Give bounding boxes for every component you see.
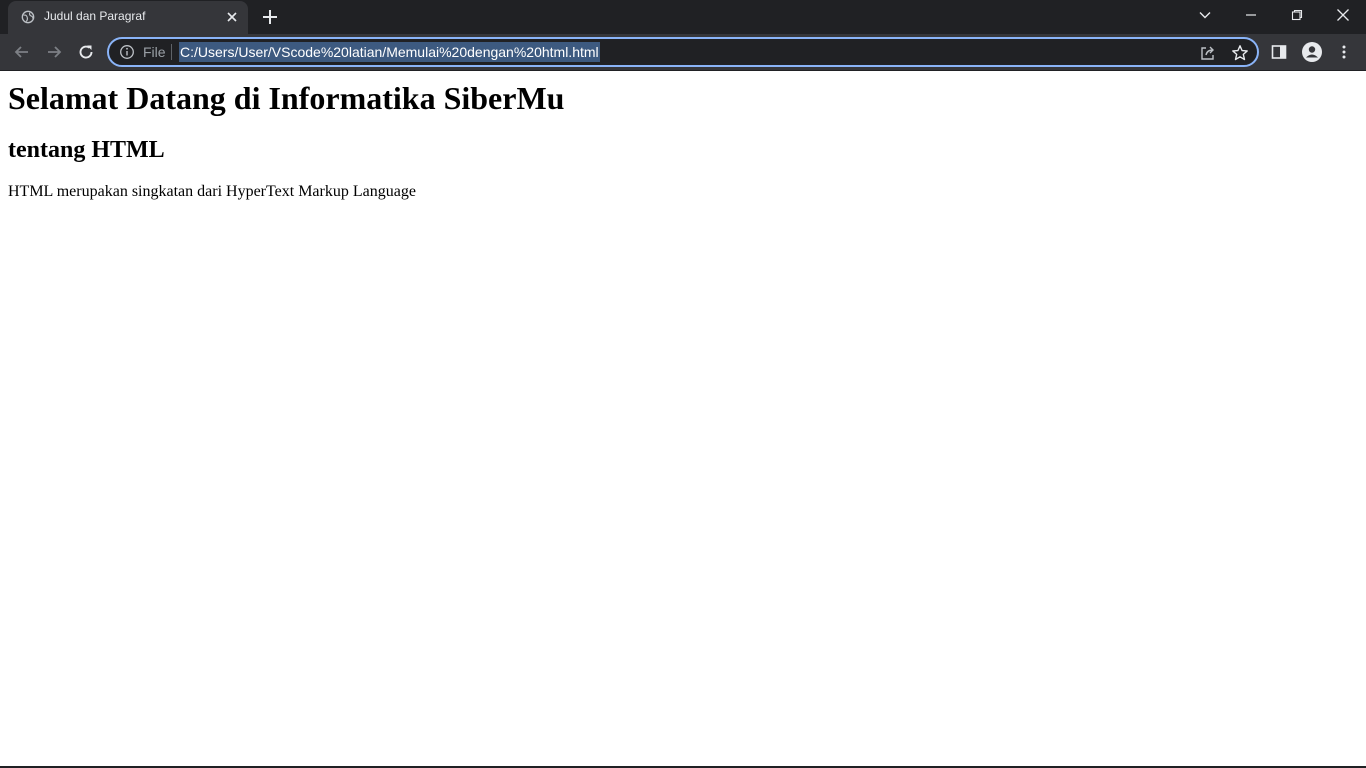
kebab-menu-icon — [1342, 45, 1346, 59]
minimize-button[interactable] — [1228, 0, 1274, 30]
chevron-down-icon — [1199, 12, 1211, 19]
profile-button[interactable] — [1300, 40, 1324, 64]
close-tab-icon[interactable] — [224, 9, 240, 25]
new-tab-icon[interactable] — [260, 7, 280, 27]
forward-arrow-icon — [48, 46, 62, 58]
close-window-button[interactable] — [1320, 0, 1366, 30]
menu-button[interactable] — [1332, 40, 1356, 64]
page-heading-2: tentang HTML — [8, 137, 165, 163]
forward-button[interactable] — [42, 40, 66, 64]
reload-button[interactable] — [74, 40, 98, 64]
browser-toolbar: File C:/Users/User/VScode%20latian/Memul… — [0, 34, 1366, 70]
omnibox-separator — [171, 44, 172, 60]
profile-icon — [1302, 42, 1322, 62]
page-heading-1: Selamat Datang di Informatika SiberMu — [8, 80, 565, 116]
minimize-icon — [1246, 14, 1256, 16]
globe-icon — [21, 10, 35, 24]
share-icon[interactable] — [1199, 44, 1217, 62]
info-icon[interactable] — [119, 44, 135, 60]
address-bar[interactable]: File C:/Users/User/VScode%20latian/Memul… — [107, 37, 1259, 67]
tab-search-button[interactable] — [1182, 0, 1228, 30]
side-panel-icon — [1271, 45, 1287, 59]
tab-title: Judul dan Paragraf — [44, 9, 146, 23]
close-icon — [1337, 9, 1349, 21]
url-scheme-label: File — [143, 44, 166, 60]
browser-tab[interactable]: Judul dan Paragraf — [8, 1, 248, 34]
page-paragraph: HTML merupakan singkatan dari HyperText … — [8, 183, 416, 200]
reload-icon — [79, 45, 93, 59]
back-arrow-icon — [14, 46, 28, 58]
url-text[interactable]: C:/Users/User/VScode%20latian/Memulai%20… — [179, 42, 600, 62]
star-icon[interactable] — [1231, 44, 1249, 62]
side-panel-button[interactable] — [1267, 40, 1291, 64]
web-page-content: Selamat Datang di Informatika SiberMu te… — [0, 71, 1366, 766]
restore-button[interactable] — [1274, 0, 1320, 30]
back-button[interactable] — [10, 40, 34, 64]
restore-icon — [1291, 9, 1303, 21]
tab-strip: Judul dan Paragraf — [0, 0, 1366, 34]
